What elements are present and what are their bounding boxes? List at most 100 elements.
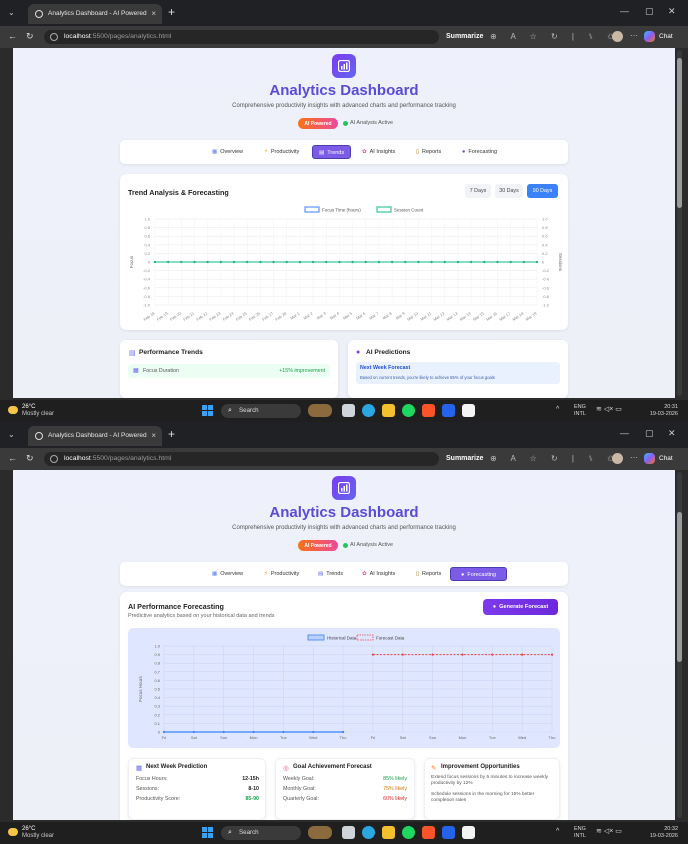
close-tab-icon[interactable]: × — [151, 9, 156, 18]
minimize-icon[interactable]: — — [620, 428, 629, 438]
new-tab-icon[interactable]: + — [168, 5, 175, 19]
reload-icon[interactable]: ↻ — [26, 31, 34, 42]
profile-avatar[interactable] — [612, 453, 623, 464]
edge-icon[interactable] — [362, 404, 375, 417]
browser-tab-title: Analytics Dashboard - AI Powered — [48, 10, 147, 17]
tab-productivity[interactable]: ⚡ Productivity — [258, 567, 305, 581]
start-icon[interactable] — [202, 827, 213, 838]
back-icon[interactable]: ← — [8, 453, 17, 463]
minimize-icon[interactable]: — — [620, 6, 629, 16]
page-title: Analytics Dashboard — [269, 82, 419, 99]
range-30-days-button[interactable]: 30 Days — [495, 184, 523, 198]
site-info-icon[interactable] — [50, 33, 58, 41]
weather-icon[interactable] — [8, 406, 18, 414]
file-explorer-icon[interactable] — [382, 826, 395, 839]
taskbar-search[interactable]: ⌕ Search — [221, 826, 301, 840]
legend-label: Forecast Data — [376, 636, 405, 641]
toolbar-icons[interactable]: ⊕ A ☆ ↻ | ⑊ ✩ — [490, 32, 620, 41]
toolbar-icons[interactable]: ⊕ A ☆ ↻ | ⑊ ✩ — [490, 454, 620, 463]
x-tick-label: Thu — [340, 735, 347, 740]
y-tick-label: -0.2 — [143, 268, 151, 273]
copilot-icon[interactable] — [644, 453, 655, 464]
summarize-button[interactable]: Summarize — [446, 455, 483, 462]
task-view-icon[interactable] — [342, 826, 355, 839]
url-field[interactable]: localhost:5500/pages/analytics.html — [44, 30, 439, 44]
profile-avatar[interactable] — [612, 31, 623, 42]
maximize-icon[interactable]: ▢ — [645, 6, 654, 17]
tab-productivity[interactable]: ⚡ Productivity — [258, 145, 305, 159]
clock[interactable]: 20:32 19-03-2026 — [640, 826, 678, 839]
site-info-icon[interactable] — [50, 455, 58, 463]
wifi-sound-battery-icons[interactable]: ≋ ◁× ▭ — [596, 828, 622, 836]
brave-icon[interactable] — [422, 826, 435, 839]
new-tab-icon[interactable]: + — [168, 427, 175, 441]
tab-trends[interactable]: ▤ Trends — [312, 567, 349, 581]
next-week-row-label: Focus Hours: — [136, 776, 168, 782]
reload-icon[interactable]: ↻ — [26, 453, 34, 464]
more-icon[interactable]: ··· — [630, 31, 638, 40]
tray-chevron-icon[interactable]: ^ — [556, 406, 559, 414]
tab-list-icon[interactable]: ⌄ — [8, 430, 15, 439]
widgets-icon[interactable] — [308, 826, 332, 839]
file-explorer-icon[interactable] — [382, 404, 395, 417]
tab-overview[interactable]: ▦ Overview — [206, 567, 249, 581]
close-tab-icon[interactable]: × — [151, 431, 156, 440]
tray-chevron-icon[interactable]: ^ — [556, 828, 559, 836]
scrollbar-thumb[interactable] — [677, 58, 682, 208]
widgets-icon[interactable] — [308, 404, 332, 417]
chat-button[interactable]: Chat — [659, 455, 673, 462]
taskbar-search[interactable]: ⌕ Search — [221, 404, 301, 418]
copilot-icon[interactable] — [644, 31, 655, 42]
back-icon[interactable]: ← — [8, 31, 17, 41]
tab-list-icon[interactable]: ⌄ — [8, 8, 15, 17]
address-bar: ← ↻ localhost:5500/pages/analytics.html … — [0, 448, 688, 470]
clock[interactable]: 20:31 19-03-2026 — [640, 404, 678, 417]
vscode-icon[interactable] — [442, 404, 455, 417]
tab-reports[interactable]: ▯ Reports — [410, 567, 447, 581]
search-icon: ⌕ — [228, 829, 232, 836]
scrollbar-thumb[interactable] — [677, 512, 682, 662]
browser-tab[interactable]: Analytics Dashboard - AI Powered × — [28, 426, 162, 446]
page-scrollbar[interactable] — [677, 50, 682, 396]
url-field[interactable]: localhost:5500/pages/analytics.html — [44, 452, 439, 466]
page-scrollbar[interactable] — [677, 472, 682, 818]
summarize-button[interactable]: Summarize — [446, 33, 483, 40]
language-indicator[interactable]: ENG INTL — [574, 826, 586, 839]
browser-tab[interactable]: Analytics Dashboard - AI Powered × — [28, 4, 162, 24]
address-bar: ← ↻ localhost:5500/pages/analytics.html … — [0, 26, 688, 48]
task-view-icon[interactable] — [342, 404, 355, 417]
generate-forecast-button[interactable]: ● Generate Forecast — [483, 599, 558, 615]
weather-widget[interactable]: 26°C Mostly clear — [22, 404, 54, 418]
tab-trends[interactable]: ▤ Trends — [312, 145, 352, 159]
data-point — [246, 260, 249, 264]
vscode-icon[interactable] — [442, 826, 455, 839]
range-90-days-button[interactable]: 90 Days — [527, 184, 558, 198]
chat-button[interactable]: Chat — [659, 33, 673, 40]
tab-overview[interactable]: ▦ Overview — [206, 145, 249, 159]
weather-icon[interactable] — [8, 828, 18, 836]
tab-forecasting[interactable]: ● Forecasting — [450, 567, 508, 581]
range-7-days-button[interactable]: 7 Days — [465, 184, 491, 198]
app-icon[interactable] — [462, 404, 475, 417]
close-window-icon[interactable]: ✕ — [668, 6, 676, 17]
language-indicator[interactable]: ENG INTL — [574, 404, 586, 417]
tab-forecasting[interactable]: ● Forecasting — [456, 145, 503, 159]
status-dot-icon — [343, 543, 348, 548]
weather-widget[interactable]: 26°C Mostly clear — [22, 826, 54, 840]
app-icon[interactable] — [462, 826, 475, 839]
wifi-sound-battery-icons[interactable]: ≋ ◁× ▭ — [596, 406, 622, 414]
spotify-icon[interactable] — [402, 404, 415, 417]
x-tick-label: Thu — [549, 735, 556, 740]
edge-icon[interactable] — [362, 826, 375, 839]
brave-icon[interactable] — [422, 404, 435, 417]
tab-reports[interactable]: ▯ Reports — [410, 145, 447, 159]
maximize-icon[interactable]: ▢ — [645, 428, 654, 439]
legend-label: Session Count — [394, 208, 424, 213]
tab-ai-insights[interactable]: ✿ AI Insights — [356, 567, 401, 581]
x-tick-label: Mar 9 — [395, 310, 407, 320]
tab-ai-insights[interactable]: ✿ AI Insights — [356, 145, 401, 159]
more-icon[interactable]: ··· — [630, 453, 638, 462]
spotify-icon[interactable] — [402, 826, 415, 839]
start-icon[interactable] — [202, 405, 213, 416]
close-window-icon[interactable]: ✕ — [668, 428, 676, 439]
